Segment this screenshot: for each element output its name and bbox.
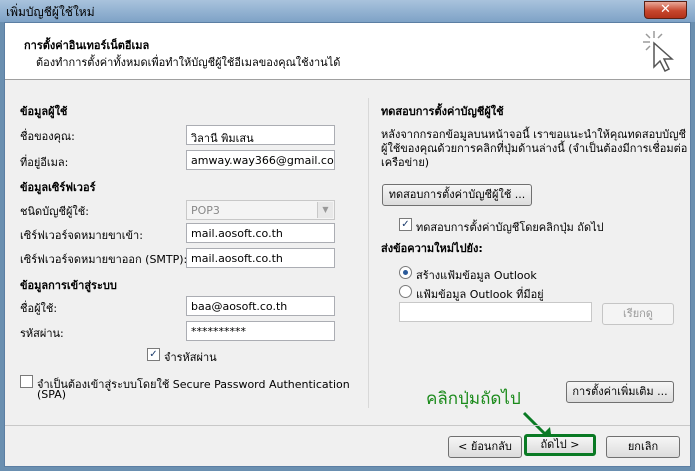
close-button[interactable]: ✕ <box>644 1 687 19</box>
incoming-server-label: เซิร์ฟเวอร์จดหมายขาเข้า: <box>20 229 143 242</box>
username-label: ชื่อผู้ใช้: <box>20 302 58 315</box>
outgoing-server-input[interactable]: mail.aosoft.co.th <box>186 248 335 268</box>
account-type-select: POP3 ▼ <box>186 200 335 220</box>
new-data-file-radio[interactable] <box>399 266 412 279</box>
logon-info-heading: ข้อมูลการเข้าสู่ระบบ <box>20 279 117 292</box>
name-input[interactable]: วิลานี พิมเสน <box>186 125 335 145</box>
incoming-server-input[interactable]: mail.aosoft.co.th <box>186 223 335 243</box>
name-label: ชื่อของคุณ: <box>20 130 75 143</box>
dialog-body: การตั้งค่าอินเทอร์เน็ตอีเมล ต้องทำการตั้… <box>4 22 691 467</box>
annotation-text: คลิกปุ่มถัดไป <box>426 389 521 409</box>
existing-data-file-input <box>399 302 592 322</box>
password-input[interactable]: ********** <box>186 321 335 341</box>
window-title: เพิ่มบัญชีผู้ใช้ใหม่ <box>6 5 95 19</box>
user-info-heading: ข้อมูลผู้ใช้ <box>20 105 68 118</box>
cursor-click-icon <box>643 31 674 73</box>
spa-label-line2: (SPA) <box>37 388 67 401</box>
back-button[interactable]: < ย้อนกลับ <box>448 436 522 458</box>
email-input[interactable]: amway.way366@gmail.com <box>186 150 335 170</box>
test-description-line3: เครือข่าย) <box>381 156 430 169</box>
deliver-heading: ส่งข้อความใหม่ไปยัง: <box>381 242 483 255</box>
cancel-button[interactable]: ยกเลิก <box>606 436 680 458</box>
remember-password-checkbox[interactable]: ✓ <box>147 348 160 361</box>
password-label: รหัสผ่าน: <box>20 327 64 340</box>
account-type-value: POP3 <box>191 204 220 217</box>
outgoing-server-label: เซิร์ฟเวอร์จดหมายขาออก (SMTP): <box>20 253 188 266</box>
remember-password-label: จำรหัสผ่าน <box>164 351 217 364</box>
header-subtitle: ต้องทำการตั้งค่าทั้งหมดเพื่อทำให้บัญชีผู… <box>36 56 341 69</box>
auto-test-label: ทดสอบการตั้งค่าบัญชีโดยคลิกปุ่ม ถัดไป <box>416 221 604 234</box>
new-data-file-label: สร้างแฟ้มข้อมูล Outlook <box>416 269 537 282</box>
title-bar: เพิ่มบัญชีผู้ใช้ใหม่ ✕ <box>0 0 695 22</box>
column-divider <box>368 98 369 408</box>
more-settings-button[interactable]: การตั้งค่าเพิ่มเติม ... <box>566 381 674 403</box>
browse-button: เรียกดู <box>602 303 674 325</box>
header-panel: การตั้งค่าอินเทอร์เน็ตอีเมล ต้องทำการตั้… <box>5 23 690 80</box>
email-label: ที่อยู่อีเมล: <box>20 156 69 169</box>
chevron-down-icon: ▼ <box>317 202 333 218</box>
server-info-heading: ข้อมูลเซิร์ฟเวอร์ <box>20 181 96 194</box>
test-account-settings-button[interactable]: ทดสอบการตั้งค่าบัญชีผู้ใช้ ... <box>382 184 532 206</box>
auto-test-checkbox[interactable]: ✓ <box>399 218 412 231</box>
next-button[interactable]: ถัดไป > <box>524 434 596 456</box>
test-settings-heading: ทดสอบการตั้งค่าบัญชีผู้ใช้ <box>381 105 504 118</box>
spa-label-line1: จำเป็นต้องเข้าสู่ระบบโดยใช้ Secure Passw… <box>37 378 350 391</box>
username-input[interactable]: baa@aosoft.co.th <box>186 296 335 316</box>
account-type-label: ชนิดบัญชีผู้ใช้: <box>20 205 89 218</box>
footer-separator <box>5 425 690 426</box>
existing-data-file-radio[interactable] <box>399 285 412 298</box>
existing-data-file-label: แฟ้มข้อมูล Outlook ที่มีอยู่ <box>416 288 544 301</box>
header-title: การตั้งค่าอินเทอร์เน็ตอีเมล <box>24 39 150 52</box>
spa-checkbox[interactable] <box>20 375 33 388</box>
